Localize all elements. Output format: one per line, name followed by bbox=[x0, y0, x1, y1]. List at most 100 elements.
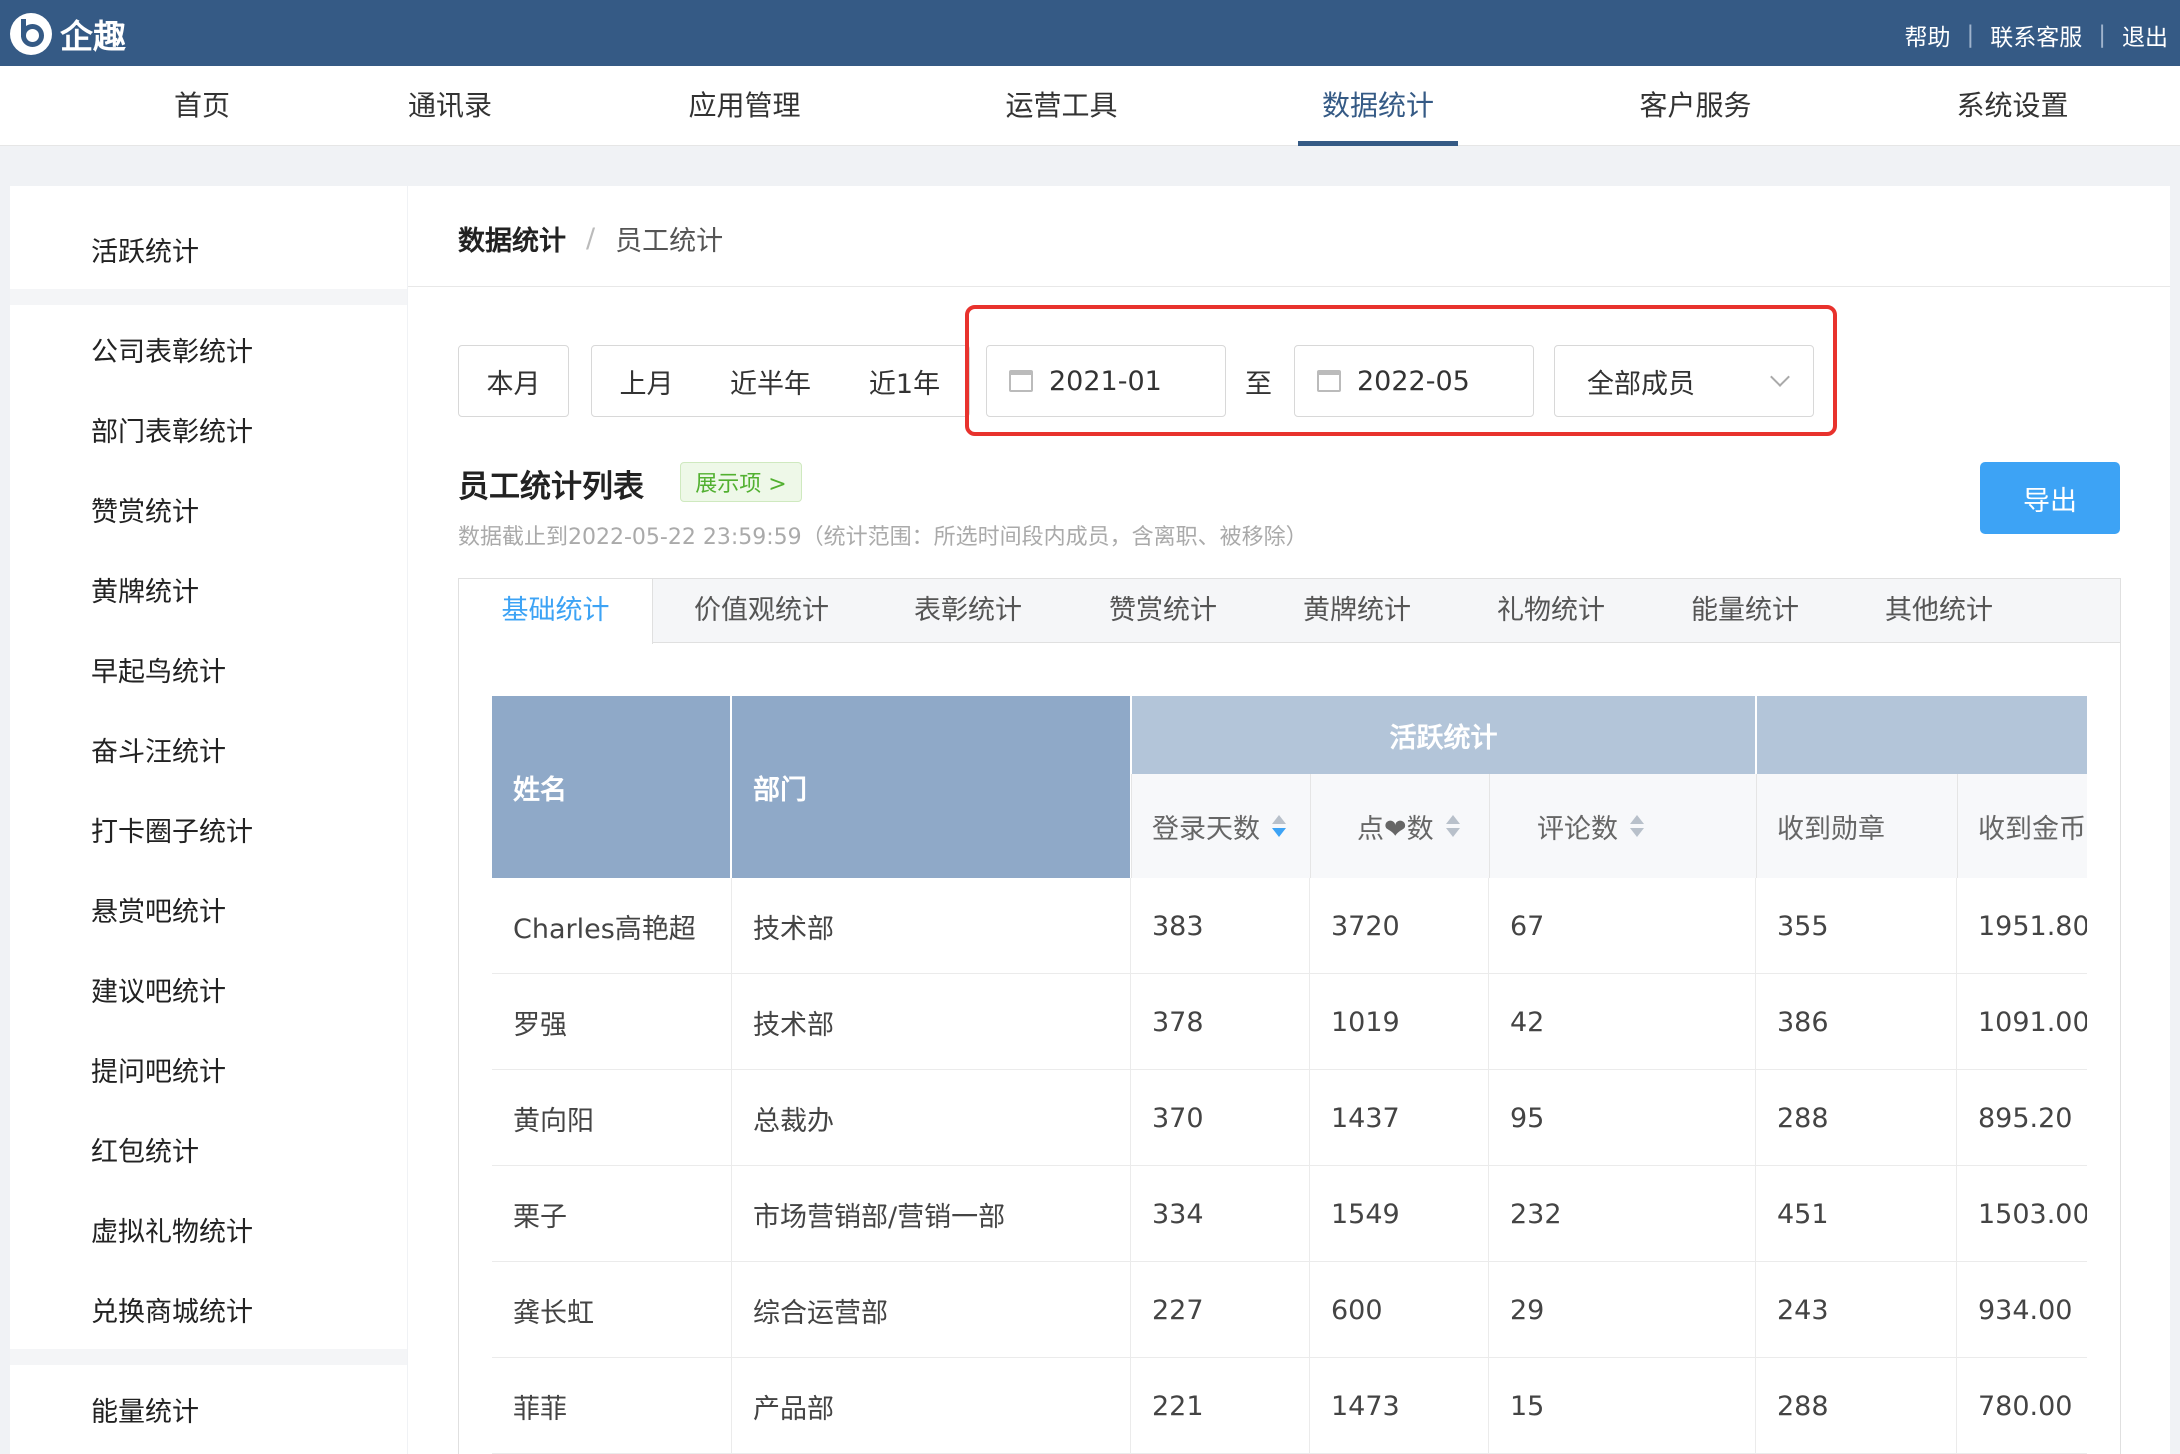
column-header-login-days[interactable]: 登录天数 bbox=[1152, 774, 1286, 878]
sidebar-item-suggestion[interactable]: 建议吧统计 bbox=[91, 970, 226, 1009]
cell-department: 技术部 bbox=[732, 974, 1131, 1070]
cell-coins: 780.00 bbox=[1978, 1390, 2073, 1422]
tab-praise[interactable]: 表彰统计 bbox=[914, 579, 1022, 643]
table-row: 罗强 技术部 378 1019 42 386 1091.00 bbox=[492, 974, 2087, 1070]
cell-name: Charles高艳超 bbox=[492, 878, 732, 974]
last-month-button[interactable]: 上月 bbox=[591, 345, 702, 417]
highlight-frame bbox=[965, 305, 1837, 436]
sidebar-divider bbox=[10, 1349, 407, 1365]
column-header-coins: 收到金币 bbox=[1978, 813, 2086, 845]
stats-table: 姓名 部门 活跃统计 登录天数 点❤数 评论数 收到勋章 收到金币 Charle… bbox=[492, 696, 2087, 1454]
this-month-button[interactable]: 本月 bbox=[458, 345, 569, 417]
sidebar-item-striver[interactable]: 奋斗汪统计 bbox=[91, 730, 226, 769]
tab-appreciation[interactable]: 赞赏统计 bbox=[1109, 579, 1217, 643]
app-logo[interactable]: 企趣 bbox=[10, 10, 126, 58]
nav-item-customer-service[interactable]: 客户服务 bbox=[1638, 66, 1753, 146]
sort-icon[interactable] bbox=[1272, 814, 1286, 838]
main-nav: 首页 通讯录 应用管理 运营工具 数据统计 客户服务 系统设置 bbox=[0, 66, 2180, 146]
header-divider bbox=[1310, 774, 1311, 878]
cell-medals: 288 bbox=[1756, 1070, 1957, 1166]
help-link[interactable]: 帮助 bbox=[1905, 18, 1951, 52]
tab-yellow-card[interactable]: 黄牌统计 bbox=[1303, 579, 1411, 643]
tab-energy[interactable]: 能量统计 bbox=[1691, 579, 1799, 643]
sidebar: 活跃统计 公司表彰统计 部门表彰统计 赞赏统计 黄牌统计 早起鸟统计 奋斗汪统计… bbox=[10, 186, 407, 1454]
header-group-bg bbox=[1756, 696, 2087, 774]
column-header-comments[interactable]: 评论数 bbox=[1537, 774, 1644, 878]
cell-department: 总裁办 bbox=[732, 1070, 1131, 1166]
tab-bar: 基础统计 价值观统计 表彰统计 赞赏统计 黄牌统计 礼物统计 能量统计 其他统计 bbox=[459, 579, 2120, 644]
nav-item-operation-tools[interactable]: 运营工具 bbox=[1004, 66, 1119, 146]
sidebar-item-exchange-mall[interactable]: 兑换商城统计 bbox=[91, 1290, 253, 1329]
link-separator: | bbox=[1966, 22, 1975, 48]
cell-medals: 451 bbox=[1756, 1166, 1957, 1262]
breadcrumb-current: 员工统计 bbox=[615, 226, 724, 257]
tab-other[interactable]: 其他统计 bbox=[1885, 579, 1993, 643]
cell-medals: 386 bbox=[1756, 974, 1957, 1070]
cell-comments: 67 bbox=[1489, 878, 1756, 974]
cell-login-days: 370 bbox=[1131, 1070, 1310, 1166]
nav-item-home[interactable]: 首页 bbox=[172, 66, 232, 146]
top-bar: 企趣 帮助 | 联系客服 | 退出 bbox=[0, 0, 2180, 66]
breadcrumb-parent[interactable]: 数据统计 bbox=[458, 219, 566, 258]
header-divider bbox=[1957, 774, 1958, 878]
comments-label: 评论数 bbox=[1537, 813, 1618, 845]
sidebar-item-question[interactable]: 提问吧统计 bbox=[91, 1050, 226, 1089]
cell-coins: 895.20 bbox=[1978, 1102, 2073, 1134]
nav-item-data-statistics[interactable]: 数据统计 bbox=[1298, 66, 1458, 146]
contact-support-link[interactable]: 联系客服 bbox=[1990, 18, 2082, 52]
sidebar-item-virtual-gift[interactable]: 虚拟礼物统计 bbox=[91, 1210, 253, 1249]
nav-item-contacts[interactable]: 通讯录 bbox=[407, 66, 493, 146]
sidebar-item-energy[interactable]: 能量统计 bbox=[91, 1390, 199, 1429]
cell-coins: 934.00 bbox=[1978, 1294, 2073, 1326]
sidebar-item-dept-praise[interactable]: 部门表彰统计 bbox=[91, 410, 253, 449]
app-name: 企趣 bbox=[60, 17, 126, 56]
sidebar-item-activity[interactable]: 活跃统计 bbox=[91, 230, 199, 269]
export-button[interactable]: 导出 bbox=[1980, 462, 2120, 534]
last-half-year-button[interactable]: 近半年 bbox=[701, 345, 841, 417]
column-header-department: 部门 bbox=[753, 774, 807, 806]
tab-gift[interactable]: 礼物统计 bbox=[1497, 579, 1605, 643]
cell-coins: 1503.00 bbox=[1978, 1198, 2087, 1230]
sidebar-item-company-praise[interactable]: 公司表彰统计 bbox=[91, 330, 253, 369]
cell-medals: 355 bbox=[1756, 878, 1957, 974]
sidebar-item-yellow-card[interactable]: 黄牌统计 bbox=[91, 570, 199, 609]
cell-login-days: 378 bbox=[1131, 974, 1310, 1070]
cell-coins: 1091.00 bbox=[1978, 1006, 2087, 1038]
top-links: 帮助 | 联系客服 | 退出 bbox=[1905, 18, 2169, 52]
cell-likes: 600 bbox=[1310, 1262, 1489, 1358]
table-row: Charles高艳超 技术部 383 3720 67 355 1951.80 bbox=[492, 878, 2087, 974]
cell-department: 技术部 bbox=[732, 878, 1131, 974]
cell-name: 黄向阳 bbox=[492, 1070, 732, 1166]
cell-comments: 95 bbox=[1489, 1070, 1756, 1166]
sidebar-item-appreciation[interactable]: 赞赏统计 bbox=[91, 490, 199, 529]
breadcrumb: 数据统计 / 员工统计 bbox=[458, 219, 723, 258]
likes-label: 点❤数 bbox=[1357, 813, 1434, 845]
logout-link[interactable]: 退出 bbox=[2122, 18, 2168, 52]
tab-basic[interactable]: 基础统计 bbox=[459, 579, 653, 644]
cell-department: 综合运营部 bbox=[732, 1262, 1131, 1358]
link-separator: | bbox=[2098, 22, 2106, 48]
cell-comments: 232 bbox=[1489, 1166, 1756, 1262]
cell-login-days: 227 bbox=[1131, 1262, 1310, 1358]
display-items-button[interactable]: 展示项 > bbox=[680, 462, 802, 502]
sort-icon[interactable] bbox=[1445, 814, 1460, 838]
sidebar-item-red-packet[interactable]: 红包统计 bbox=[91, 1130, 199, 1169]
sidebar-item-bounty[interactable]: 悬赏吧统计 bbox=[91, 890, 226, 929]
cell-name: 龚长虹 bbox=[492, 1262, 732, 1358]
column-header-likes[interactable]: 点❤数 bbox=[1357, 774, 1460, 878]
cell-login-days: 334 bbox=[1131, 1166, 1310, 1262]
column-header-name: 姓名 bbox=[513, 774, 567, 806]
last-year-button[interactable]: 近1年 bbox=[840, 345, 970, 417]
cell-medals: 243 bbox=[1756, 1262, 1957, 1358]
tab-values[interactable]: 价值观统计 bbox=[694, 579, 829, 643]
cell-comments: 15 bbox=[1489, 1358, 1756, 1454]
cell-name: 罗强 bbox=[492, 974, 732, 1070]
sidebar-item-checkin-circle[interactable]: 打卡圈子统计 bbox=[91, 810, 253, 849]
nav-item-system-settings[interactable]: 系统设置 bbox=[1955, 66, 2070, 146]
nav-item-app-management[interactable]: 应用管理 bbox=[687, 66, 802, 146]
sort-icon[interactable] bbox=[1630, 814, 1644, 838]
table-row: 菲菲 产品部 221 1473 15 288 780.00 bbox=[492, 1358, 2087, 1454]
cell-likes: 1019 bbox=[1310, 974, 1489, 1070]
sidebar-item-early-bird[interactable]: 早起鸟统计 bbox=[91, 650, 226, 689]
cell-likes: 3720 bbox=[1310, 878, 1489, 974]
